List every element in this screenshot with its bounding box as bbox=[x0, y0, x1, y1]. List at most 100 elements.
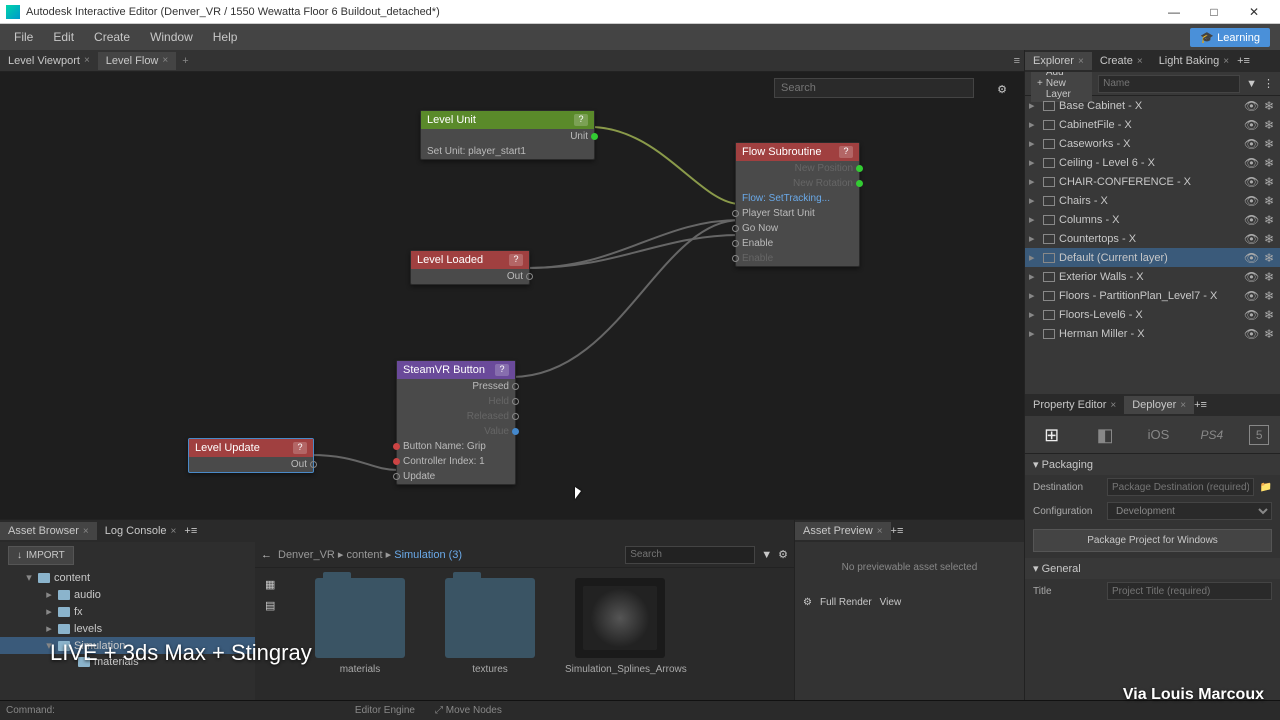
layer-row[interactable]: ▸Chairs - X👁❄ bbox=[1025, 191, 1280, 210]
help-icon[interactable]: ? bbox=[509, 254, 523, 266]
freeze-icon[interactable]: ❄ bbox=[1262, 137, 1276, 151]
layer-row[interactable]: ▸Floors - PartitionPlan_Level7 - X👁❄ bbox=[1025, 286, 1280, 305]
node-field[interactable]: Controller Index: 1 bbox=[403, 456, 485, 467]
freeze-icon[interactable]: ❄ bbox=[1262, 156, 1276, 170]
freeze-icon[interactable]: ❄ bbox=[1262, 194, 1276, 208]
visibility-icon[interactable]: 👁 bbox=[1244, 213, 1258, 227]
tab-asset-preview[interactable]: Asset Preview× bbox=[795, 522, 891, 540]
node-field[interactable]: Flow: SetTracking... bbox=[742, 193, 830, 204]
breadcrumb-item[interactable]: content bbox=[347, 549, 383, 561]
freeze-icon[interactable]: ❄ bbox=[1262, 99, 1276, 113]
tab-create[interactable]: Create× bbox=[1092, 52, 1151, 70]
visibility-icon[interactable]: 👁 bbox=[1244, 308, 1258, 322]
panel-menu-icon[interactable]: ≡ bbox=[1014, 55, 1020, 67]
freeze-icon[interactable]: ❄ bbox=[1262, 289, 1276, 303]
visibility-icon[interactable]: 👁 bbox=[1244, 175, 1258, 189]
visibility-icon[interactable]: 👁 bbox=[1244, 232, 1258, 246]
close-icon[interactable]: × bbox=[171, 526, 177, 537]
filter-icon[interactable]: ▼ bbox=[761, 549, 772, 561]
node-flow-subroutine[interactable]: Flow Subroutine? New Position New Rotati… bbox=[735, 142, 860, 267]
layer-row[interactable]: ▸Floors-Level6 - X👁❄ bbox=[1025, 305, 1280, 324]
breadcrumb-item[interactable]: Denver_VR bbox=[278, 549, 335, 561]
configuration-select[interactable]: Development bbox=[1107, 502, 1272, 520]
layer-row[interactable]: ▸CabinetFile - X👁❄ bbox=[1025, 115, 1280, 134]
close-icon[interactable]: × bbox=[1180, 400, 1186, 411]
freeze-icon[interactable]: ❄ bbox=[1262, 213, 1276, 227]
layer-row[interactable]: ▸CHAIR-CONFERENCE - X👁❄ bbox=[1025, 172, 1280, 191]
menu-edit[interactable]: Edit bbox=[43, 26, 84, 48]
close-icon[interactable]: × bbox=[1137, 56, 1143, 67]
layer-row[interactable]: ▸Default (Current layer)👁❄ bbox=[1025, 248, 1280, 267]
close-icon[interactable]: × bbox=[84, 55, 90, 66]
destination-input[interactable] bbox=[1107, 478, 1254, 496]
gear-icon[interactable]: ⚙ bbox=[803, 597, 812, 608]
platform-ps4-icon[interactable]: PS4 bbox=[1196, 421, 1228, 449]
visibility-icon[interactable]: 👁 bbox=[1244, 156, 1258, 170]
menu-file[interactable]: File bbox=[4, 26, 43, 48]
gear-icon[interactable]: ⚙ bbox=[778, 548, 788, 561]
freeze-icon[interactable]: ❄ bbox=[1262, 175, 1276, 189]
panel-menu-icon[interactable]: ≡ bbox=[897, 525, 903, 537]
close-button[interactable]: ✕ bbox=[1234, 1, 1274, 23]
layer-row[interactable]: ▸Herman Miller - X👁❄ bbox=[1025, 324, 1280, 343]
visibility-icon[interactable]: 👁 bbox=[1244, 99, 1258, 113]
visibility-icon[interactable]: 👁 bbox=[1244, 327, 1258, 341]
layer-row[interactable]: ▸Base Cabinet - X👁❄ bbox=[1025, 96, 1280, 115]
visibility-icon[interactable]: 👁 bbox=[1244, 194, 1258, 208]
filter-icon[interactable]: ▼ bbox=[1246, 78, 1257, 90]
section-packaging[interactable]: ▾ Packaging bbox=[1025, 454, 1280, 475]
title-input[interactable] bbox=[1107, 582, 1272, 600]
asset-item[interactable]: Simulation_Splines_Arrows bbox=[565, 578, 675, 704]
node-field[interactable]: Set Unit: player_start1 bbox=[427, 146, 526, 157]
add-tab-button[interactable]: + bbox=[176, 55, 194, 67]
close-icon[interactable]: × bbox=[1223, 56, 1229, 67]
gear-icon[interactable]: ⚙ bbox=[990, 78, 1014, 102]
minimize-button[interactable]: — bbox=[1154, 1, 1194, 23]
freeze-icon[interactable]: ❄ bbox=[1262, 308, 1276, 322]
close-icon[interactable]: × bbox=[1078, 56, 1084, 67]
menu-window[interactable]: Window bbox=[140, 26, 203, 48]
close-icon[interactable]: × bbox=[162, 55, 168, 66]
back-button[interactable]: ← bbox=[261, 549, 272, 561]
layer-row[interactable]: ▸Ceiling - Level 6 - X👁❄ bbox=[1025, 153, 1280, 172]
layer-row[interactable]: ▸Caseworks - X👁❄ bbox=[1025, 134, 1280, 153]
maximize-button[interactable]: □ bbox=[1194, 1, 1234, 23]
node-level-loaded[interactable]: Level Loaded? Out bbox=[410, 250, 530, 285]
help-icon[interactable]: ? bbox=[839, 146, 853, 158]
layer-row[interactable]: ▸Countertops - X👁❄ bbox=[1025, 229, 1280, 248]
full-render-toggle[interactable]: Full Render bbox=[820, 597, 872, 608]
tab-log-console[interactable]: Log Console× bbox=[97, 522, 185, 540]
platform-ios-icon[interactable]: iOS bbox=[1142, 421, 1174, 449]
view-button[interactable]: View bbox=[880, 597, 902, 608]
freeze-icon[interactable]: ❄ bbox=[1262, 232, 1276, 246]
tab-deployer[interactable]: Deployer× bbox=[1124, 396, 1194, 414]
menu-help[interactable]: Help bbox=[203, 26, 248, 48]
layer-search-input[interactable] bbox=[1098, 75, 1240, 93]
tab-property-editor[interactable]: Property Editor× bbox=[1025, 396, 1124, 414]
view-mode-icon[interactable]: ▦ bbox=[265, 578, 285, 591]
tree-item[interactable]: ▸audio bbox=[0, 586, 255, 603]
breadcrumb-item[interactable]: Simulation (3) bbox=[394, 549, 462, 561]
import-button[interactable]: ↓ IMPORT bbox=[8, 546, 74, 565]
panel-menu-icon[interactable]: ≡ bbox=[1244, 55, 1250, 67]
platform-android-icon[interactable]: ◧ bbox=[1089, 421, 1121, 449]
package-button[interactable]: Package Project for Windows bbox=[1033, 529, 1272, 552]
node-level-update[interactable]: Level Update? Out bbox=[188, 438, 314, 473]
layer-row[interactable]: ▸Exterior Walls - X👁❄ bbox=[1025, 267, 1280, 286]
tab-level-viewport[interactable]: Level Viewport× bbox=[0, 52, 98, 70]
view-mode-icon[interactable]: ▤ bbox=[265, 599, 285, 612]
flow-canvas[interactable]: ⚙ Level Unit? Unit Set Unit: player_star… bbox=[0, 72, 1024, 519]
visibility-icon[interactable]: 👁 bbox=[1244, 118, 1258, 132]
section-general[interactable]: ▾ General bbox=[1025, 558, 1280, 579]
asset-item-folder[interactable]: textures bbox=[435, 578, 545, 704]
tab-level-flow[interactable]: Level Flow× bbox=[98, 52, 176, 70]
tree-item[interactable]: ▾content bbox=[0, 569, 255, 586]
layer-row[interactable]: ▸Columns - X👁❄ bbox=[1025, 210, 1280, 229]
node-field[interactable]: Button Name: Grip bbox=[403, 441, 486, 452]
node-steamvr-button[interactable]: SteamVR Button? Pressed Held Released Va… bbox=[396, 360, 516, 485]
visibility-icon[interactable]: 👁 bbox=[1244, 289, 1258, 303]
close-icon[interactable]: × bbox=[83, 526, 89, 537]
asset-item-folder[interactable]: materials bbox=[305, 578, 415, 704]
visibility-icon[interactable]: 👁 bbox=[1244, 270, 1258, 284]
visibility-icon[interactable]: 👁 bbox=[1244, 137, 1258, 151]
